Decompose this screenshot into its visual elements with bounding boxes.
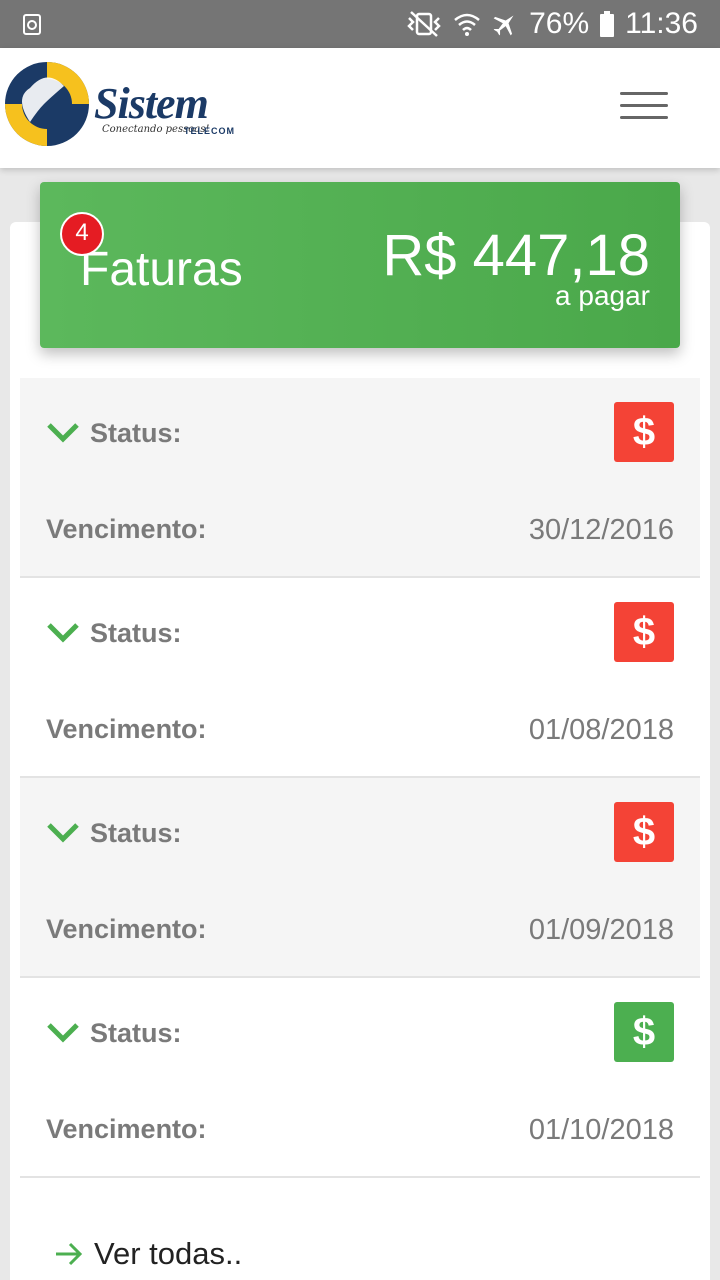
app-header: Sistem Conectando pessoas! TELECOM <box>0 48 720 168</box>
see-all-label: Ver todas.. <box>94 1236 243 1271</box>
battery-icon <box>600 11 615 37</box>
invoice-row[interactable]: Status: $ Vencimento: 01/09/2018 <box>20 778 700 978</box>
invoices-summary[interactable]: 4 Faturas R$ 447,18 a pagar <box>40 182 680 348</box>
invoice-row[interactable]: Status: $ Vencimento: 01/08/2018 <box>20 578 700 778</box>
status-label: Status: <box>90 818 182 848</box>
status-label: Status: <box>90 418 182 448</box>
invoice-row[interactable]: Status: $ Vencimento: 01/10/2018 <box>20 978 700 1178</box>
recycle-icon <box>23 14 41 35</box>
summary-amount: R$ 447,18 <box>382 223 650 288</box>
chevron-down-icon[interactable] <box>46 820 80 844</box>
clock: 11:36 <box>625 7 698 40</box>
due-date-value: 01/10/2018 <box>528 1114 674 1146</box>
chevron-down-icon[interactable] <box>46 420 80 444</box>
brand-wordmark: Sistem <box>94 79 209 128</box>
wifi-icon <box>454 13 480 36</box>
summary-title: Faturas <box>80 243 243 296</box>
due-date-label: Vencimento: <box>46 914 207 944</box>
chevron-down-icon[interactable] <box>46 620 80 644</box>
invoice-count-badge: 4 <box>60 212 104 256</box>
status-label: Status: <box>90 618 182 648</box>
dollar-icon[interactable]: $ <box>614 402 674 462</box>
brand-logo[interactable]: Sistem Conectando pessoas! TELECOM <box>2 56 242 156</box>
due-date-value: 01/09/2018 <box>528 914 674 946</box>
status-bar: 76% 11:36 <box>0 0 720 48</box>
airplane-icon <box>493 15 514 36</box>
see-all-link[interactable]: Ver todas.. <box>54 1236 242 1272</box>
chevron-down-icon[interactable] <box>46 1020 80 1044</box>
due-date-label: Vencimento: <box>46 714 207 744</box>
status-label: Status: <box>90 1018 182 1048</box>
hamburger-menu-icon[interactable] <box>620 92 668 124</box>
arrow-right-icon <box>56 1242 83 1266</box>
dollar-icon[interactable]: $ <box>614 802 674 862</box>
due-date-value: 01/08/2018 <box>528 714 674 746</box>
battery-percent: 76% <box>529 7 590 40</box>
logo-emblem-icon <box>5 62 89 146</box>
dollar-icon[interactable]: $ <box>614 1002 674 1062</box>
status-bar-right: 76% 11:36 <box>405 0 698 48</box>
brand-subtitle: TELECOM <box>184 126 235 136</box>
vibrate-icon <box>407 11 441 37</box>
due-date-label: Vencimento: <box>46 514 207 544</box>
due-date-label: Vencimento: <box>46 1114 207 1144</box>
invoice-row[interactable]: Status: $ Vencimento: 30/12/2016 <box>20 378 700 578</box>
due-date-value: 30/12/2016 <box>528 514 674 546</box>
invoice-list: Status: $ Vencimento: 30/12/2016 Status:… <box>20 378 700 1178</box>
summary-amount-caption: a pagar <box>555 280 650 311</box>
dollar-icon[interactable]: $ <box>614 602 674 662</box>
